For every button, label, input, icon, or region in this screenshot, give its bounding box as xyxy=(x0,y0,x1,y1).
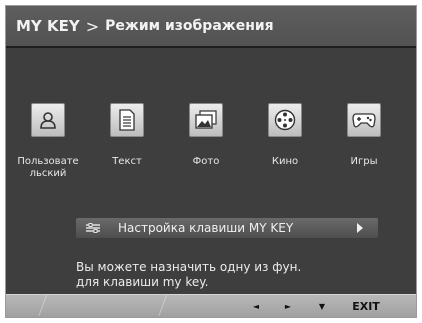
description-line-1: Вы можете назначить одну из фун. xyxy=(76,260,302,274)
description-text: Вы можете назначить одну из фун. для кла… xyxy=(76,260,301,290)
my-key-settings-button[interactable]: Настройка клавиши MY KEY xyxy=(76,218,378,238)
decor-streak xyxy=(38,295,47,317)
mode-cinema-tile[interactable] xyxy=(268,103,302,137)
gamepad-icon xyxy=(352,113,376,128)
right-arrow-button[interactable]: ► xyxy=(278,295,298,317)
document-icon xyxy=(119,109,135,131)
my-key-settings-label: Настройка клавиши MY KEY xyxy=(118,221,294,235)
left-arrow-icon: ◄ xyxy=(252,301,260,311)
mode-photo[interactable]: Фото xyxy=(171,103,241,168)
menu-name: MY KEY xyxy=(16,17,80,35)
mode-user[interactable]: Пользовате льский xyxy=(13,103,83,180)
right-arrow-icon: ► xyxy=(284,301,292,311)
picture-mode-list: Пользовате льский Текст Фото Кино Игры xyxy=(6,103,416,203)
mode-game-tile[interactable] xyxy=(347,103,381,137)
mode-user-label: Пользовате льский xyxy=(17,156,79,179)
mode-game-label: Игры xyxy=(350,156,378,167)
photo-icon xyxy=(195,110,217,129)
mode-photo-label: Фото xyxy=(192,156,220,167)
mode-user-tile[interactable] xyxy=(31,103,65,137)
mode-cinema-label: Кино xyxy=(271,156,299,167)
osd-window: MY KEY > Режим изображения Пользовате ль… xyxy=(5,5,417,318)
mode-cinema[interactable]: Кино xyxy=(250,103,320,168)
chevron-right-icon xyxy=(356,223,364,233)
osd-footer: ◄ ► ▼ EXIT xyxy=(6,294,416,317)
mode-photo-tile[interactable] xyxy=(189,103,223,137)
settings-icon xyxy=(86,223,108,233)
decor-streak xyxy=(158,295,167,317)
user-icon xyxy=(40,112,56,129)
exit-button[interactable]: EXIT xyxy=(346,295,386,317)
page-title: Режим изображения xyxy=(105,18,274,34)
exit-label: EXIT xyxy=(352,299,380,313)
description-line-2: для клавиши my key. xyxy=(76,275,209,289)
down-arrow-icon: ▼ xyxy=(318,301,326,311)
down-arrow-button[interactable]: ▼ xyxy=(312,295,332,317)
mode-text-tile[interactable] xyxy=(110,103,144,137)
film-reel-icon xyxy=(274,109,296,131)
breadcrumb-separator: > xyxy=(85,16,100,36)
mode-text-label: Текст xyxy=(112,156,142,167)
mode-game[interactable]: Игры xyxy=(329,103,399,168)
header-divider xyxy=(6,46,416,48)
mode-text[interactable]: Текст xyxy=(92,103,162,168)
osd-header: MY KEY > Режим изображения xyxy=(6,6,416,46)
left-arrow-button[interactable]: ◄ xyxy=(246,295,266,317)
